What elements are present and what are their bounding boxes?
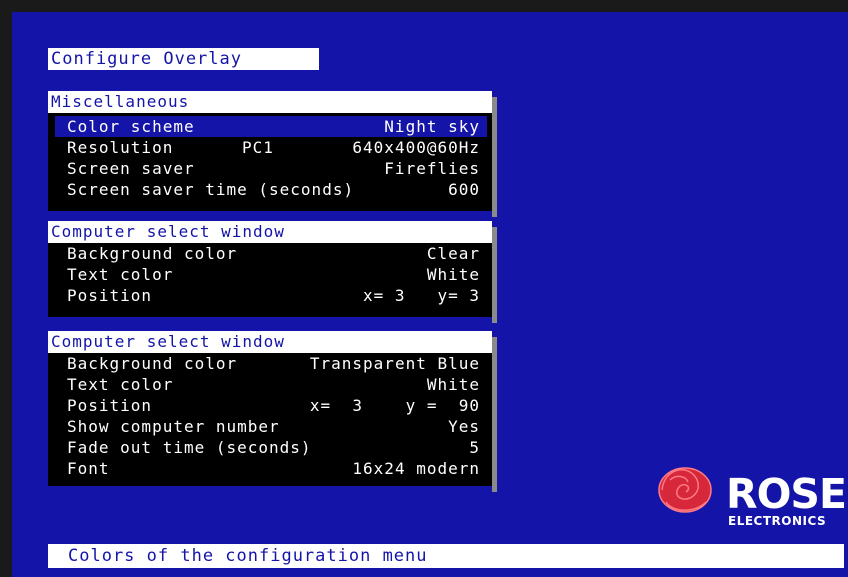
csw2-bg-value[interactable]: Transparent Blue <box>310 354 480 373</box>
csw1-header: Computer select window <box>48 221 492 243</box>
csw1-bg-value[interactable]: Clear <box>427 244 480 263</box>
csw1-text-row[interactable]: Text color White <box>48 264 492 285</box>
csw2-bg-row[interactable]: Background color Transparent Blue <box>48 353 492 374</box>
resolution-pc: PC1 <box>242 138 274 157</box>
misc-header: Miscellaneous <box>48 91 492 113</box>
rose-logo-subtext: ELECTRONICS <box>728 514 827 528</box>
csw2-fade-label: Fade out time (seconds) <box>67 438 312 457</box>
resolution-row[interactable]: Resolution PC1 640x400@60Hz <box>48 137 492 158</box>
rose-logo-text: ROSE <box>726 470 847 518</box>
csw2-position-value[interactable]: x= 3 y = 90 <box>310 396 480 415</box>
csw2-font-row[interactable]: Font 16x24 modern <box>48 458 492 479</box>
csw2-number-row[interactable]: Show computer number Yes <box>48 416 492 437</box>
csw1-text-label: Text color <box>67 265 174 284</box>
csw2-text-label: Text color <box>67 375 174 394</box>
csw2-fade-value[interactable]: 5 <box>469 438 480 457</box>
color-scheme-value[interactable]: Night sky <box>384 117 480 136</box>
csw2-font-label: Font <box>67 459 110 478</box>
csw2-fade-row[interactable]: Fade out time (seconds) 5 <box>48 437 492 458</box>
csw1-position-value[interactable]: x= 3 y= 3 <box>363 286 480 305</box>
csw2-position-row[interactable]: Position x= 3 y = 90 <box>48 395 492 416</box>
rose-flower-icon <box>658 467 712 513</box>
screen-saver-row[interactable]: Screen saver Fireflies <box>48 158 492 179</box>
csw2-text-row[interactable]: Text color White <box>48 374 492 395</box>
resolution-value[interactable]: 640x400@60Hz <box>352 138 480 157</box>
csw1-bg-label: Background color <box>67 244 238 263</box>
status-bar: Colors of the configuration menu <box>48 544 844 568</box>
csw1-panel: Computer select window Background color … <box>48 221 497 323</box>
screen-saver-time-label: Screen saver time (seconds) <box>67 180 355 199</box>
csw2-header: Computer select window <box>48 331 492 353</box>
misc-panel: Miscellaneous Color scheme Night sky Res… <box>48 91 497 217</box>
screen-saver-time-row[interactable]: Screen saver time (seconds) 600 <box>48 179 492 200</box>
resolution-label: Resolution <box>67 138 174 157</box>
color-scheme-label: Color scheme <box>67 117 195 136</box>
csw2-position-label: Position <box>67 396 153 415</box>
kvm-screen: Configure Overlay Miscellaneous Color sc… <box>0 0 848 577</box>
csw2-panel: Computer select window Background color … <box>48 331 497 492</box>
csw2-font-value[interactable]: 16x24 modern <box>352 459 480 478</box>
csw2-text-value[interactable]: White <box>427 375 480 394</box>
screen-saver-label: Screen saver <box>67 159 195 178</box>
csw1-position-row[interactable]: Position x= 3 y= 3 <box>48 285 492 306</box>
csw2-number-label: Show computer number <box>67 417 280 436</box>
color-scheme-row[interactable]: Color scheme Night sky <box>55 116 487 137</box>
csw1-text-value[interactable]: White <box>427 265 480 284</box>
screen-saver-value[interactable]: Fireflies <box>384 159 480 178</box>
csw2-number-value[interactable]: Yes <box>448 417 480 436</box>
screen-saver-time-value[interactable]: 600 <box>448 180 480 199</box>
csw1-bg-row[interactable]: Background color Clear <box>48 243 492 264</box>
csw2-bg-label: Background color <box>67 354 238 373</box>
page-title: Configure Overlay <box>48 48 319 70</box>
csw1-position-label: Position <box>67 286 153 305</box>
